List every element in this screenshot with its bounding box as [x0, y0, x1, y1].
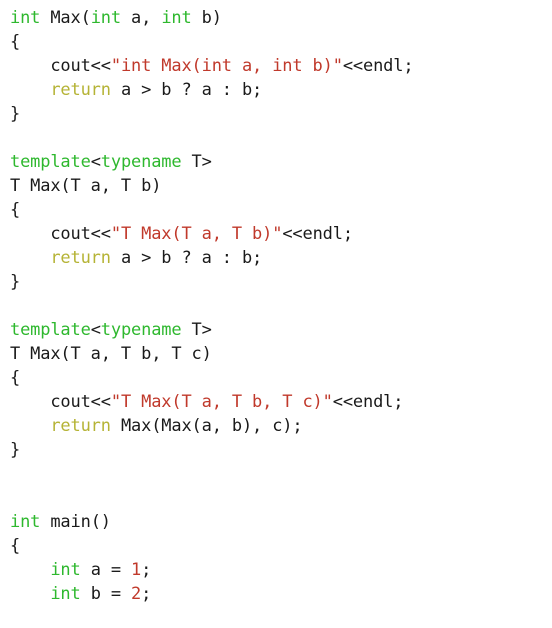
code-token-plain: < — [90, 320, 101, 340]
code-token-plain: Max(Max(a, b), c); — [110, 416, 303, 436]
code-line: cout<<"int Max(int a, int b)"<<endl; — [10, 54, 552, 78]
code-token-plain: { — [10, 200, 21, 220]
code-token-plain: a > b ? a : b; — [110, 80, 263, 100]
code-token-kw: typename — [100, 320, 182, 340]
code-line: { — [10, 30, 552, 54]
code-token-plain: T> — [181, 320, 212, 340]
code-listing[interactable]: int Max(int a, int b){ cout<<"int Max(in… — [0, 0, 552, 628]
code-token-kw: typename — [100, 152, 182, 172]
code-line: cout<<"T Max(T a, T b)"<<endl; — [10, 222, 552, 246]
code-line: cout<<"T Max(T a, T b, T c)"<<endl; — [10, 390, 552, 414]
code-token-str: "int Max(int a, int b)" — [110, 56, 343, 76]
code-line: int main() — [10, 510, 552, 534]
code-token-kw: int — [161, 8, 192, 28]
code-token-str: "T Max(T a, T b)" — [110, 224, 283, 244]
code-token-plain: { — [10, 368, 21, 388]
code-line: template<typename T> — [10, 318, 552, 342]
code-token-plain: Max( — [40, 8, 91, 28]
code-token-str: "T Max(T a, T b, T c)" — [110, 392, 333, 412]
code-line: int b = 2; — [10, 582, 552, 606]
code-token-kw: int — [50, 560, 81, 580]
code-token-kw: int — [10, 8, 41, 28]
code-token-kw: int — [10, 512, 41, 532]
code-token-plain: a > b ? a : b; — [110, 248, 263, 268]
code-line: template<typename T> — [10, 150, 552, 174]
code-line: } — [10, 270, 552, 294]
code-line: T Max(T a, T b) — [10, 174, 552, 198]
code-line: return Max(Max(a, b), c); — [10, 414, 552, 438]
code-line: int Max(int a, int b) — [10, 6, 552, 30]
code-token-kw: template — [10, 152, 91, 172]
code-token-plain: <<endl; — [282, 224, 353, 244]
code-token-num: 2 — [131, 584, 142, 604]
code-line: int a = 1; — [10, 558, 552, 582]
code-token-plain: { — [10, 536, 21, 556]
code-line: return a > b ? a : b; — [10, 78, 552, 102]
code-token-plain: ; — [141, 584, 152, 604]
code-token-plain: cout<< — [10, 392, 111, 412]
code-token-plain: { — [10, 32, 21, 52]
code-token-plain: T Max(T a, T b, T c) — [10, 344, 212, 364]
code-token-ret: return — [50, 80, 111, 100]
code-token-plain: b) — [191, 8, 222, 28]
code-token-plain: <<endl; — [332, 392, 404, 412]
code-token-plain: <<endl; — [342, 56, 414, 76]
code-token-ret: return — [50, 248, 111, 268]
code-token-plain: b = — [80, 584, 132, 604]
code-token-plain: } — [10, 272, 21, 292]
code-line: return a > b ? a : b; — [10, 246, 552, 270]
code-token-plain: } — [10, 104, 21, 124]
code-token-plain: cout<< — [10, 56, 111, 76]
code-token-kw: template — [10, 320, 91, 340]
code-token-kw: int — [50, 584, 81, 604]
code-token-ret: return — [50, 416, 111, 436]
code-token-plain: a, — [120, 8, 162, 28]
code-token-plain: a = — [80, 560, 132, 580]
code-token-plain: T> — [181, 152, 212, 172]
code-token-plain: main() — [40, 512, 111, 532]
code-line: { — [10, 198, 552, 222]
code-token-plain: ; — [141, 560, 152, 580]
code-line: { — [10, 366, 552, 390]
code-token-plain: cout<< — [10, 224, 111, 244]
code-line: { — [10, 534, 552, 558]
code-token-kw: int — [90, 8, 121, 28]
code-line: T Max(T a, T b, T c) — [10, 342, 552, 366]
code-token-num: 1 — [131, 560, 142, 580]
code-line: } — [10, 102, 552, 126]
code-token-plain: } — [10, 440, 21, 460]
code-token-plain: < — [90, 152, 101, 172]
code-line: } — [10, 438, 552, 462]
code-token-plain: T Max(T a, T b) — [10, 176, 162, 196]
